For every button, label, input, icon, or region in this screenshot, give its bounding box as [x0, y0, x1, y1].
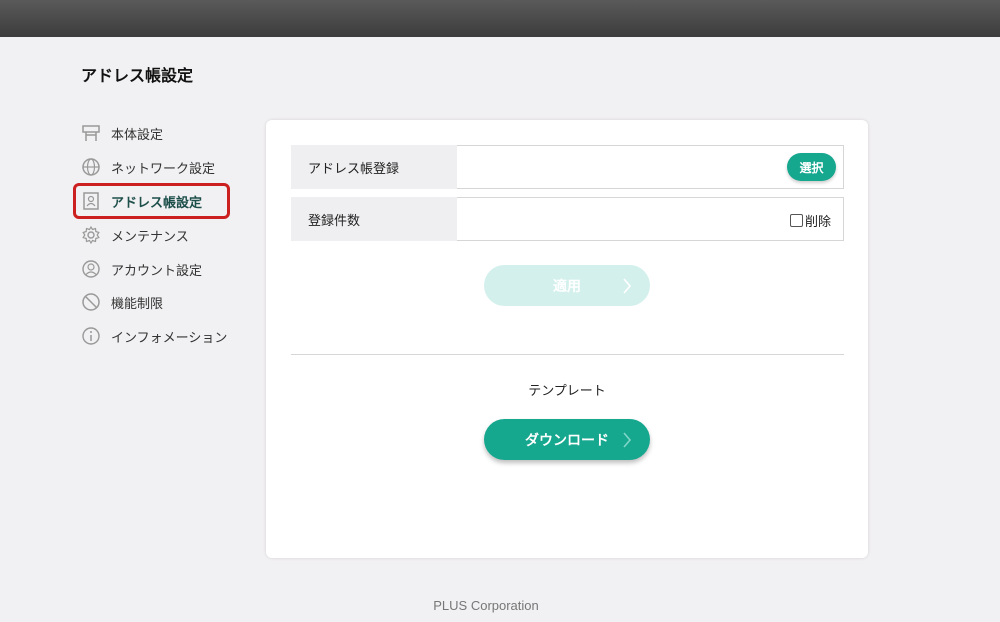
- sidebar-item-label: 機能制限: [111, 296, 164, 312]
- address-book-register-label: アドレス帳登録: [291, 145, 457, 189]
- registration-count-label: 登録件数: [291, 197, 457, 241]
- top-bar: [0, 0, 1000, 37]
- download-button-label: ダウンロード: [525, 432, 609, 449]
- apply-button-label: 適用: [553, 278, 581, 295]
- address-book-register-row: アドレス帳登録 選択: [291, 145, 844, 189]
- select-file-button[interactable]: 選択: [787, 153, 836, 181]
- delete-checkbox-box[interactable]: [789, 214, 803, 227]
- sidebar-item-label: アカウント設定: [111, 263, 203, 279]
- address-book-file-field[interactable]: 選択: [457, 145, 844, 189]
- settings-card: アドレス帳登録 選択 登録件数 削除 適用 テンプレート ダウンロード: [266, 120, 868, 558]
- sidebar-item-label: インフォメーション: [111, 330, 228, 346]
- registration-count-field: 削除: [457, 197, 844, 241]
- apply-button[interactable]: 適用: [484, 265, 650, 306]
- template-label: テンプレート: [528, 384, 606, 399]
- info-icon: [80, 326, 101, 347]
- delete-checkbox-label: 削除: [804, 215, 831, 230]
- section-divider: [291, 354, 844, 355]
- chevron-right-icon: [622, 431, 632, 453]
- sidebar-item-account-settings[interactable]: アカウント設定: [80, 253, 240, 285]
- sidebar-item-label: 本体設定: [111, 127, 164, 143]
- sidebar-item-maintenance[interactable]: メンテナンス: [80, 219, 240, 251]
- page-title: アドレス帳設定: [81, 66, 194, 85]
- footer-copyright: PLUS Corporation: [433, 598, 539, 613]
- sidebar-item-label: メンテナンス: [111, 229, 189, 245]
- user-icon: [80, 259, 101, 280]
- delete-checkbox[interactable]: 削除: [789, 211, 831, 230]
- sidebar-item-device-settings[interactable]: 本体設定: [80, 117, 240, 149]
- gear-icon: [80, 225, 101, 246]
- download-button[interactable]: ダウンロード: [484, 419, 650, 460]
- sidebar-item-information[interactable]: インフォメーション: [80, 320, 240, 352]
- registration-count-row: 登録件数 削除: [291, 197, 844, 241]
- globe-icon: [80, 157, 101, 178]
- sidebar-item-function-restriction[interactable]: 機能制限: [80, 286, 240, 318]
- sidebar-item-label: ネットワーク設定: [111, 161, 216, 177]
- chevron-right-icon: [622, 277, 632, 299]
- sidebar-item-network-settings[interactable]: ネットワーク設定: [80, 151, 240, 183]
- prohibited-icon: [80, 292, 101, 313]
- active-item-highlight: [73, 183, 230, 219]
- printer-icon: [80, 123, 101, 144]
